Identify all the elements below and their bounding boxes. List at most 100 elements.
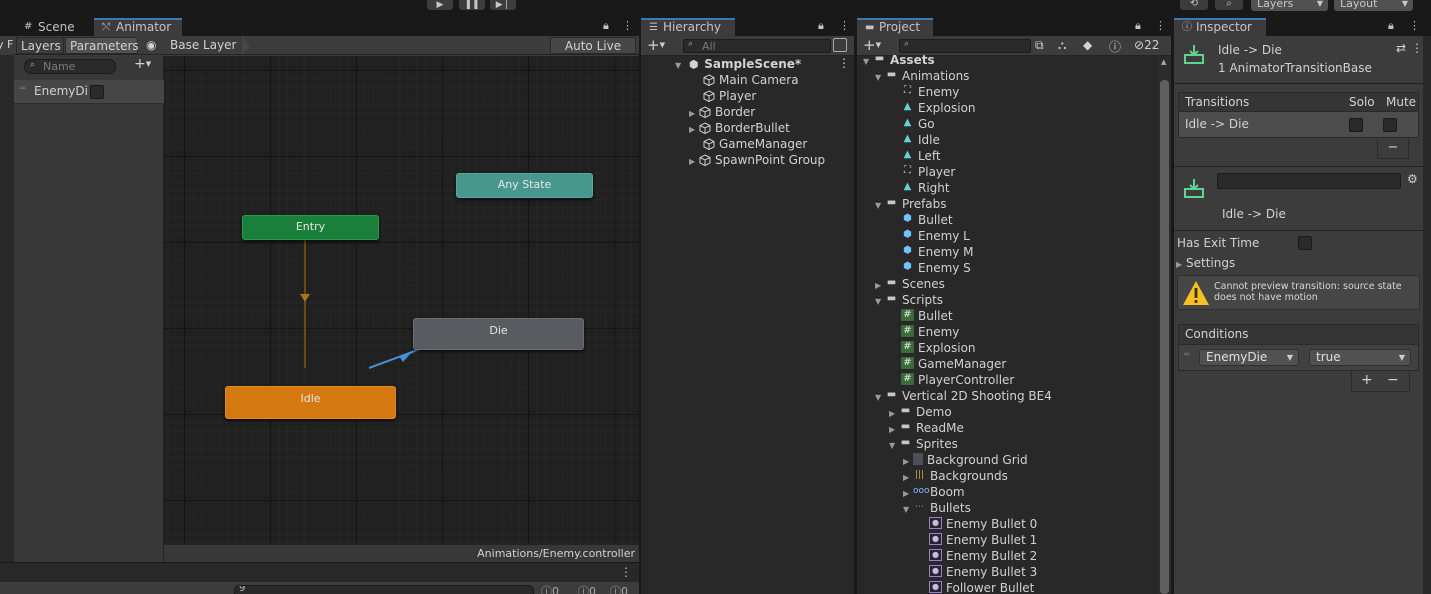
more-menu-icon[interactable]: ⋮ [1409,18,1420,36]
scene-search-icon[interactable] [833,38,847,52]
chevron-down-icon[interactable]: ▼ [875,70,885,86]
more-menu-icon[interactable]: ⋮ [622,18,633,36]
condition-row[interactable]: ═ EnemyDie ▼ true ▼ [1178,345,1419,371]
hierarchy-item-player[interactable]: Player [703,88,756,104]
chevron-down-icon[interactable]: ▼ [903,502,913,518]
asset-prefab-enemy-l[interactable]: ⬢ Enemy L [901,228,970,244]
chevron-down-icon[interactable]: ▼ [875,198,885,214]
folder-sprites[interactable]: ▼ ▬ Sprites [889,436,958,452]
has-exit-time-checkbox[interactable] [1298,236,1312,250]
asset-backgrounds[interactable]: ▶ ||| Backgrounds [903,468,1008,484]
settings-foldout[interactable]: ▶ Settings [1176,256,1235,270]
log-count-toggle[interactable]: ⓘ0 [541,583,559,594]
lock-icon[interactable]: 🔒︎ [818,18,824,36]
sprite-enemy-bullet-2[interactable]: ● Enemy Bullet 2 [929,548,1037,564]
error-count-toggle[interactable]: ⓘ0 [610,583,628,594]
folder-scenes[interactable]: ▶ ▬ Scenes [875,276,945,292]
tab-project[interactable]: ▬ Project [857,18,933,36]
tab-animator[interactable]: ⤲ Animator [94,18,182,36]
transition-list-row[interactable]: Idle -> Die [1178,112,1419,138]
folder-prefabs[interactable]: ▼ ▬ Prefabs [875,196,947,212]
asset-boom[interactable]: ▶ oooBoom [903,484,965,500]
condition-parameter-dropdown[interactable]: EnemyDie ▼ [1199,349,1299,366]
preset-icon[interactable]: ⇄ [1396,41,1406,55]
sprite-enemy-bullet-3[interactable]: ● Enemy Bullet 3 [929,564,1037,580]
asset-bullets[interactable]: ▼ ⋯ Bullets [903,500,971,516]
play-button[interactable]: ▶ [427,0,453,10]
scene-menu-icon[interactable]: ⋮ [838,56,850,70]
warn-count-toggle[interactable]: ⓘ0 [578,583,596,594]
search-by-type-icon[interactable]: ⧉ [1035,38,1044,53]
chevron-down-icon[interactable]: ▼ [875,390,885,406]
gear-icon[interactable]: ⚙ [1407,172,1418,186]
drag-handle-icon[interactable]: ═ [1184,350,1189,360]
more-menu-icon[interactable]: ⋮ [839,18,850,36]
layers-toggle[interactable]: Layers [16,37,64,54]
scroll-up-icon[interactable]: ▲ [1161,58,1166,66]
tab-scene[interactable]: # Scene [16,18,92,36]
transition-name-field[interactable] [1217,173,1401,189]
hierarchy-item-gamemanager[interactable]: GameManager [703,136,807,152]
entry-node[interactable]: Entry [242,215,379,240]
asset-anim-player[interactable]: ⛶ Player [901,164,955,180]
condition-value-dropdown[interactable]: true ▼ [1309,349,1411,366]
asset-script-gamemanager[interactable]: # GameManager [901,356,1006,372]
layout-dropdown[interactable]: Layout ▼ [1334,0,1413,11]
add-parameter-button[interactable]: +▼ [134,57,160,73]
hierarchy-search-input[interactable]: ⌕ All [683,39,831,53]
asset-prefab-bullet[interactable]: ⬢ Bullet [901,212,952,228]
sprite-follower-bullet[interactable]: ● Follower Bullet [929,580,1034,594]
chevron-down-icon[interactable]: ▼ [875,294,885,310]
folder-vertical-2d-shooting[interactable]: ▼ ▬ Vertical 2D Shooting BE4 [875,388,1052,404]
asset-prefab-enemy-m[interactable]: ⬢ Enemy M [901,244,973,260]
sprite-enemy-bullet-0[interactable]: ● Enemy Bullet 0 [929,516,1037,532]
any-state-node[interactable]: Any State [456,173,593,198]
parameters-toggle[interactable]: Parameters [65,37,139,54]
more-menu-icon[interactable]: ⋮ [1155,18,1166,36]
create-button[interactable]: +▼ [647,37,665,56]
asset-anim-right[interactable]: ▲ Right [901,180,950,196]
asset-background-grid[interactable]: ▶ Background Grid [903,452,1028,468]
asset-script-bullet[interactable]: # Bullet [901,308,953,324]
step-button[interactable]: ▶❘ [490,0,516,10]
folder-readme[interactable]: ▶ ▬ ReadMe [889,420,964,436]
chevron-down-icon[interactable]: ▼ [889,438,899,454]
drag-handle-icon[interactable]: ═ [20,84,25,94]
project-search-input[interactable]: ⌕ [899,39,1031,53]
search-button[interactable]: ⌕ [1215,0,1243,10]
asset-script-explosion[interactable]: # Explosion [901,340,976,356]
chevron-down-icon[interactable]: ▼ [863,54,873,70]
sprite-enemy-bullet-1[interactable]: ● Enemy Bullet 1 [929,532,1037,548]
add-condition-button[interactable]: + [1361,372,1373,388]
chevron-right-icon[interactable]: ▶ [689,122,699,138]
more-menu-icon[interactable]: ⋮ [620,565,632,579]
label-icon[interactable]: ◆ [1083,38,1092,52]
asset-script-playercontroller[interactable]: # PlayerController [901,372,1014,388]
asset-script-enemy[interactable]: # Enemy [901,324,959,340]
hierarchy-item-spawnpoint-group[interactable]: ▶ SpawnPoint Group [689,152,825,168]
console-search-input[interactable]: 9 [234,585,534,594]
asset-prefab-enemy-s[interactable]: ⬢ Enemy S [901,260,971,276]
lock-icon[interactable]: 🔒︎ [1388,18,1394,36]
parameter-row[interactable]: ═ EnemyDie [14,80,164,104]
parameter-name[interactable]: EnemyDie [34,84,88,98]
filter-by-type-icon[interactable]: ⛬ [1058,38,1066,53]
folder-demo[interactable]: ▶ ▬ Demo [889,404,952,420]
parameter-bool-checkbox[interactable] [90,85,104,99]
asset-anim-enemy[interactable]: ⛶ Enemy [901,84,959,100]
hierarchy-item-main-camera[interactable]: Main Camera [703,72,799,88]
lock-icon[interactable]: 🔒︎ [603,18,609,36]
remove-transition-button[interactable]: − [1377,139,1409,159]
issues-icon[interactable]: ⓘ [1109,38,1121,55]
asset-anim-idle[interactable]: ▲ Idle [901,132,940,148]
folder-scripts[interactable]: ▼ ▬ Scripts [875,292,943,308]
asset-anim-explosion[interactable]: ▲ Explosion [901,100,976,116]
idle-node[interactable]: Idle [225,386,396,419]
remove-condition-button[interactable]: − [1387,372,1399,388]
chevron-right-icon[interactable]: ▶ [689,154,699,170]
tab-hierarchy[interactable]: ☰ Hierarchy [641,18,735,36]
pause-button[interactable]: ❚❚ [459,0,485,10]
tab-inspector[interactable]: ⓘ Inspector [1174,18,1266,36]
parameter-search-input[interactable]: ⌕ Name [24,59,116,74]
auto-live-link-button[interactable]: Auto Live Link [550,37,636,69]
